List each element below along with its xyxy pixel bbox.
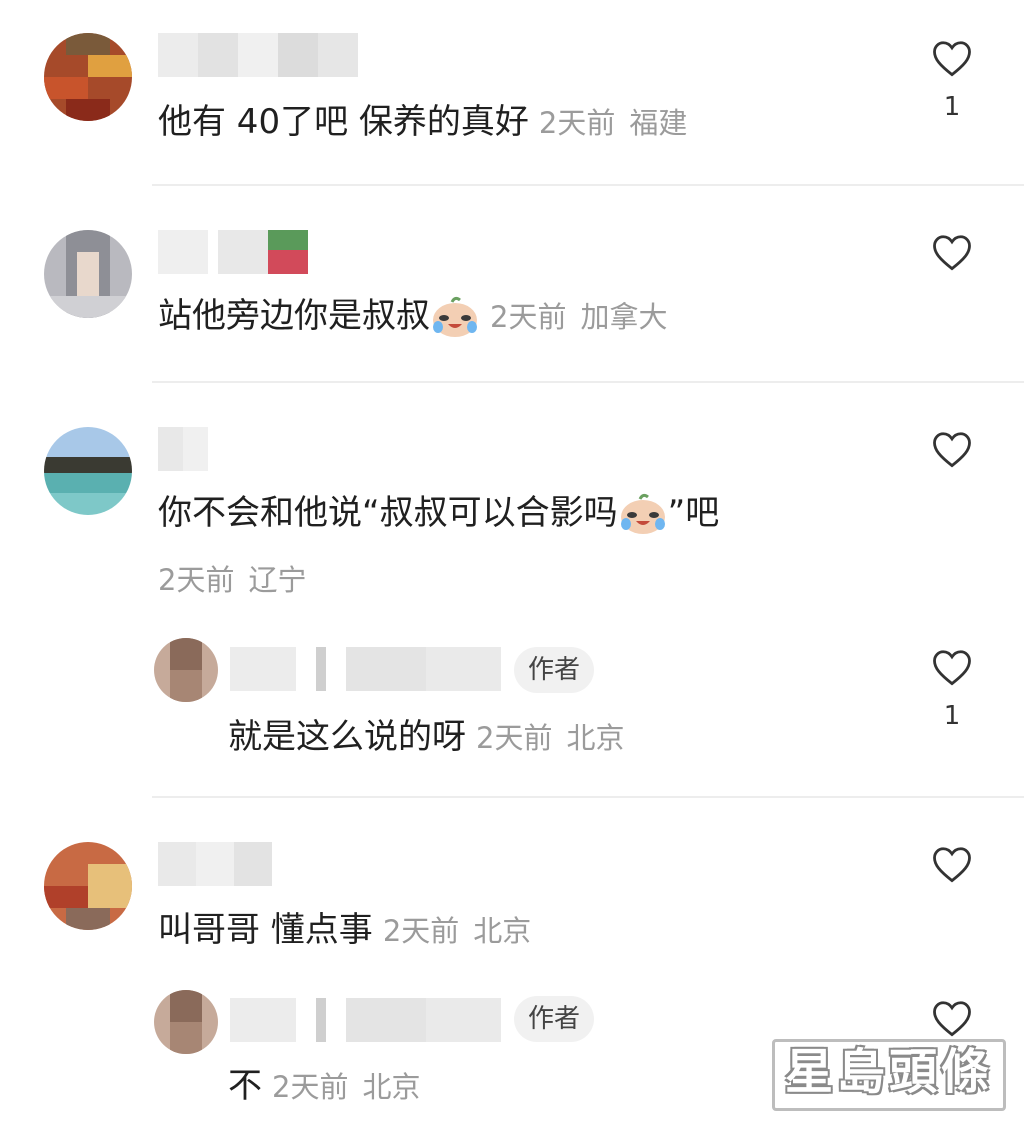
comment-item: 他有 40了吧 保养的真好 2天前 福建 1: [0, 0, 1024, 185]
author-badge: 作者: [514, 647, 595, 693]
laugh-cry-emoji-icon: [618, 491, 668, 535]
avatar[interactable]: [44, 427, 132, 515]
username-blurred[interactable]: [158, 842, 272, 886]
comment-text: 站他旁边你是叔叔 2天前 加拿大: [158, 294, 668, 338]
heart-icon[interactable]: [931, 998, 973, 1038]
reply-text: 就是这么说的呀 2天前 北京: [228, 717, 625, 757]
avatar[interactable]: [44, 33, 132, 121]
heart-icon[interactable]: [931, 429, 973, 469]
like-count: 1: [943, 701, 961, 731]
heart-icon[interactable]: [931, 647, 973, 687]
username-blurred[interactable]: [230, 998, 501, 1042]
avatar[interactable]: [44, 842, 132, 930]
comment-text: 他有 40了吧 保养的真好 2天前 福建: [158, 102, 688, 142]
watermark-logo: 星島頭條: [771, 1039, 1006, 1111]
like-count: 1: [943, 92, 961, 122]
comment-item: 你不会和他说“叔叔可以合影吗 ”吧 2天前 辽宁 作者 就是这么说的呀 2天前 北京 1: [0, 383, 1024, 797]
username-blurred[interactable]: [158, 33, 358, 77]
heart-icon[interactable]: [931, 232, 973, 272]
avatar[interactable]: [154, 638, 218, 702]
comment-meta: 2天前 辽宁: [158, 563, 307, 597]
avatar[interactable]: [154, 990, 218, 1054]
author-badge: 作者: [514, 996, 595, 1042]
username-blurred[interactable]: [158, 230, 308, 274]
laugh-cry-emoji-icon: [430, 294, 480, 338]
username-blurred[interactable]: [158, 427, 208, 471]
comment-text: 你不会和他说“叔叔可以合影吗 ”吧: [158, 491, 720, 535]
heart-icon[interactable]: [931, 844, 973, 884]
comment-item: 站他旁边你是叔叔 2天前 加拿大: [0, 186, 1024, 382]
reply-text: 不 2天前 北京: [228, 1066, 421, 1106]
username-blurred[interactable]: [230, 647, 501, 691]
comment-text: 叫哥哥 懂点事 2天前 北京: [158, 910, 532, 950]
avatar[interactable]: [44, 230, 132, 318]
heart-icon[interactable]: [931, 38, 973, 78]
